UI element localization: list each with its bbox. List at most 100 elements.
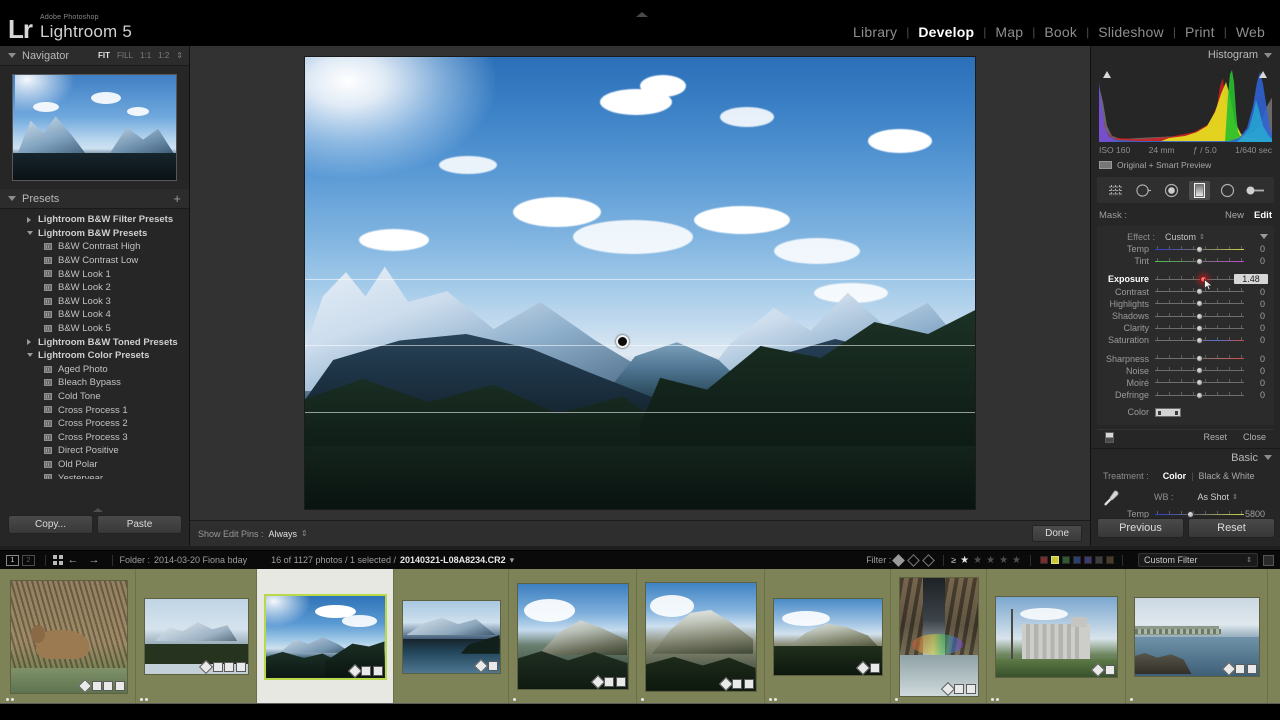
metadata-badge-icon[interactable] xyxy=(361,665,371,676)
slider-clarity[interactable]: Clarity 0 xyxy=(1097,322,1274,334)
filename-dropdown-icon[interactable]: ▾ xyxy=(510,555,515,566)
effect-color-row[interactable]: Color xyxy=(1097,404,1274,420)
crop-badge-icon[interactable] xyxy=(224,662,234,672)
crop-badge-icon[interactable] xyxy=(1246,663,1257,674)
preset-item[interactable]: B&W Look 4 xyxy=(0,308,189,322)
left-panel-resize-handle[interactable] xyxy=(93,508,103,514)
slider-shadows-knob[interactable] xyxy=(1195,312,1203,320)
current-filename[interactable]: 20140321-L08A8234.CR2 xyxy=(400,555,506,565)
flag-unflagged-icon[interactable] xyxy=(907,553,921,567)
slider-exposure-value[interactable]: 1.48 xyxy=(1234,274,1268,285)
metadata-badge-icon[interactable] xyxy=(869,662,880,673)
collapse-triangle-icon[interactable] xyxy=(8,196,16,201)
develop-badge-icon[interactable] xyxy=(940,681,955,696)
graduated-filter-guide-center[interactable] xyxy=(305,345,975,347)
preset-item[interactable]: B&W Look 5 xyxy=(0,322,189,336)
develop-badge-icon[interactable] xyxy=(1090,662,1106,677)
module-print[interactable]: Print xyxy=(1176,24,1224,40)
color-label-none[interactable] xyxy=(1094,556,1103,564)
identity-plate[interactable]: Lr Adobe Photoshop Lightroom 5 xyxy=(8,14,132,42)
crop-badge-icon[interactable] xyxy=(615,677,626,687)
develop-badge-icon[interactable] xyxy=(473,658,489,673)
preset-item[interactable]: Yesteryear xyxy=(0,471,189,479)
slider-moir-value[interactable]: 0 xyxy=(1244,378,1270,388)
slider-contrast-value[interactable]: 0 xyxy=(1244,287,1270,297)
star-3-icon[interactable]: ★ xyxy=(986,555,995,566)
slider-defringe-track[interactable] xyxy=(1155,389,1244,401)
adjustment-brush-tool[interactable] xyxy=(1245,181,1266,200)
slider-moir-knob[interactable] xyxy=(1195,379,1203,387)
mask-edit-button[interactable]: Edit xyxy=(1254,210,1272,221)
folder-name[interactable]: 2014-03-20 Fiona bday xyxy=(154,555,247,565)
slider-sharpness-knob[interactable] xyxy=(1195,355,1203,363)
graduated-filter-guide-bottom[interactable] xyxy=(305,412,975,414)
filmstrip-thumbnail-snow-mountain-lake[interactable] xyxy=(144,599,248,674)
wb-value[interactable]: As Shot xyxy=(1198,492,1230,502)
slider-sharpness-track[interactable] xyxy=(1155,353,1244,365)
star-1-icon[interactable]: ★ xyxy=(960,555,969,566)
flag-picked-icon[interactable] xyxy=(892,553,906,567)
navigator-zoom-fill[interactable]: FILL xyxy=(117,51,133,60)
previous-photo-arrow-icon[interactable]: ← xyxy=(68,554,79,566)
collapse-triangle-icon[interactable] xyxy=(1264,52,1272,58)
treatment-color-option[interactable]: Color xyxy=(1163,471,1187,481)
white-balance-selector-icon[interactable] xyxy=(1103,489,1120,506)
add-preset-button[interactable]: + xyxy=(173,192,181,205)
preset-item[interactable]: Direct Positive xyxy=(0,444,189,458)
metadata-badge-icon[interactable] xyxy=(1104,664,1115,675)
color-label-red[interactable] xyxy=(1039,556,1048,564)
develop-badge-icon[interactable] xyxy=(347,663,362,678)
filmstrip-thumbnail-fjord-lake[interactable] xyxy=(402,600,500,673)
filmstrip-cell[interactable] xyxy=(509,569,637,704)
grid-view-button[interactable] xyxy=(53,555,63,565)
histogram-graph[interactable] xyxy=(1099,66,1272,142)
filmstrip-thumbnail-deer-in-brush[interactable] xyxy=(10,580,127,693)
effect-value[interactable]: Custom xyxy=(1165,232,1196,242)
crop-badge-icon[interactable] xyxy=(743,678,754,689)
top-panel-toggle-handle[interactable] xyxy=(636,10,648,18)
module-web[interactable]: Web xyxy=(1227,24,1274,40)
filmstrip-thumbnail-coastal-bridge[interactable] xyxy=(1134,597,1259,676)
filmstrip-cell[interactable] xyxy=(1126,569,1268,704)
slider-highlights-track[interactable] xyxy=(1155,298,1244,310)
filmstrip-cell[interactable] xyxy=(257,569,394,704)
color-label-green[interactable] xyxy=(1061,556,1070,564)
filmstrip-thumbnail-blue-sky-mountain-valley[interactable] xyxy=(263,593,387,680)
red-eye-correction-tool[interactable] xyxy=(1161,181,1182,200)
slider-defringe-knob[interactable] xyxy=(1195,391,1203,399)
show-edit-pins-stepper-icon[interactable]: ⇕ xyxy=(301,529,308,538)
preset-item[interactable]: B&W Look 3 xyxy=(0,295,189,309)
slider-saturation-track[interactable] xyxy=(1155,334,1244,346)
done-button[interactable]: Done xyxy=(1032,525,1082,542)
preset-item[interactable]: Cross Process 2 xyxy=(0,417,189,431)
chevron-right-icon[interactable] xyxy=(27,339,31,346)
preset-item[interactable]: B&W Contrast High xyxy=(0,240,189,254)
color-label-custom[interactable] xyxy=(1105,556,1114,564)
preset-group[interactable]: Lightroom B&W Toned Presets xyxy=(0,335,189,349)
color-swatch[interactable] xyxy=(1155,407,1181,417)
crop-badge-icon[interactable] xyxy=(103,680,113,691)
metadata-badge-icon[interactable] xyxy=(91,680,102,691)
right-panel-resize-handle[interactable] xyxy=(1177,508,1187,514)
filmstrip-cell[interactable] xyxy=(637,569,765,704)
slider-contrast-knob[interactable] xyxy=(1195,288,1203,296)
slider-noise-track[interactable] xyxy=(1155,365,1244,377)
navigator-zoom-1-1[interactable]: 1:1 xyxy=(140,51,151,60)
wb-stepper-icon[interactable]: ⇕ xyxy=(1232,493,1238,501)
preset-group[interactable]: Lightroom B&W Presets xyxy=(0,227,189,241)
image-canvas[interactable] xyxy=(190,46,1090,520)
slider-shadows[interactable]: Shadows 0 xyxy=(1097,310,1274,322)
navigator-preview[interactable] xyxy=(12,74,177,181)
develop-photo[interactable] xyxy=(305,57,975,509)
chevron-down-icon[interactable] xyxy=(27,352,33,357)
slider-temp-knob[interactable] xyxy=(1195,245,1203,253)
shadow-clipping-indicator[interactable] xyxy=(1102,69,1113,80)
crop-overlay-tool[interactable] xyxy=(1105,181,1126,200)
star-2-icon[interactable]: ★ xyxy=(973,555,982,566)
slider-contrast[interactable]: Contrast 0 xyxy=(1097,286,1274,298)
paste-button[interactable]: Paste xyxy=(97,515,182,534)
develop-badge-icon[interactable] xyxy=(77,678,93,693)
develop-badge-icon[interactable] xyxy=(855,660,871,675)
star-5-icon[interactable]: ★ xyxy=(1012,555,1021,566)
slider-moir-track[interactable] xyxy=(1155,377,1244,389)
